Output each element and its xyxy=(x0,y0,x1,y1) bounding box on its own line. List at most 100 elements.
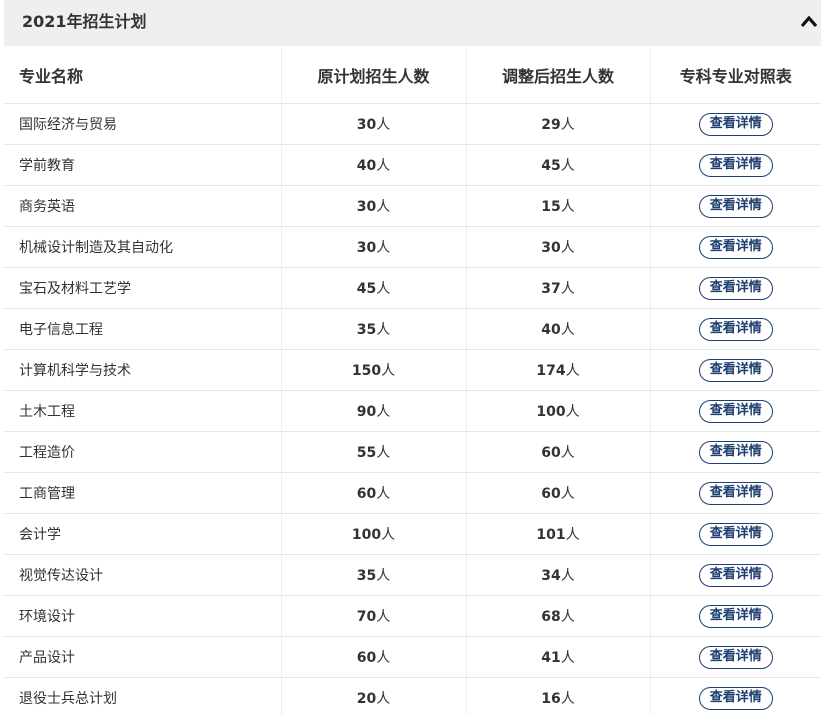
view-details-button[interactable]: 查看详情 xyxy=(698,317,773,341)
original-count-cell: 35人 xyxy=(281,308,467,350)
view-details-button[interactable]: 查看详情 xyxy=(698,481,773,505)
original-count-value: 30 xyxy=(356,199,377,215)
count-unit: 人 xyxy=(560,691,575,707)
count-unit: 人 xyxy=(376,158,391,174)
original-count-value: 90 xyxy=(356,404,377,420)
column-header-major: 专业名称 xyxy=(4,46,282,104)
original-count-cell: 100人 xyxy=(281,513,467,555)
panel-header[interactable]: 2021年招生计划 xyxy=(4,0,821,46)
adjusted-count-value: 45 xyxy=(541,158,561,174)
panel-title: 2021年招生计划 xyxy=(22,12,147,31)
original-count-cell: 70人 xyxy=(281,595,467,637)
view-details-button[interactable]: 查看详情 xyxy=(698,522,773,546)
count-unit: 人 xyxy=(560,568,575,584)
count-unit: 人 xyxy=(560,158,575,174)
table-row: 退役士兵总计划 20人 16人 查看详情 xyxy=(4,677,821,715)
adjusted-count-value: 101 xyxy=(536,527,566,543)
adjusted-count-value: 41 xyxy=(541,650,561,666)
comparison-cell: 查看详情 xyxy=(650,267,821,309)
count-unit: 人 xyxy=(560,117,575,133)
view-details-button[interactable]: 查看详情 xyxy=(698,440,773,464)
comparison-cell: 查看详情 xyxy=(650,554,821,596)
adjusted-count-cell: 16人 xyxy=(466,677,651,715)
collapse-button[interactable] xyxy=(799,12,819,32)
table-row: 商务英语 30人 15人 查看详情 xyxy=(4,185,821,227)
adjusted-count-cell: 15人 xyxy=(466,185,651,227)
major-name-cell: 国际经济与贸易 xyxy=(4,103,282,145)
table-row: 计算机科学与技术 150人 174人 查看详情 xyxy=(4,349,821,391)
adjusted-count-cell: 100人 xyxy=(466,390,651,432)
major-name-cell: 视觉传达设计 xyxy=(4,554,282,596)
count-unit: 人 xyxy=(565,527,580,543)
original-count-cell: 45人 xyxy=(281,267,467,309)
major-name-cell: 计算机科学与技术 xyxy=(4,349,282,391)
adjusted-count-cell: 60人 xyxy=(466,472,651,514)
view-details-button[interactable]: 查看详情 xyxy=(698,194,773,218)
count-unit: 人 xyxy=(381,527,396,543)
count-unit: 人 xyxy=(376,568,391,584)
adjusted-count-value: 15 xyxy=(541,199,561,215)
count-unit: 人 xyxy=(376,486,391,502)
view-details-button[interactable]: 查看详情 xyxy=(698,645,773,669)
view-details-button[interactable]: 查看详情 xyxy=(698,358,773,382)
count-unit: 人 xyxy=(560,322,575,338)
column-header-comparison: 专科专业对照表 xyxy=(650,46,821,104)
table-row: 土木工程 90人 100人 查看详情 xyxy=(4,390,821,432)
major-name-cell: 商务英语 xyxy=(4,185,282,227)
adjusted-count-cell: 29人 xyxy=(466,103,651,145)
original-count-cell: 40人 xyxy=(281,144,467,186)
comparison-cell: 查看详情 xyxy=(650,144,821,186)
table-header-row: 专业名称 原计划招生人数 调整后招生人数 专科专业对照表 xyxy=(4,46,821,104)
original-count-cell: 55人 xyxy=(281,431,467,473)
view-details-button[interactable]: 查看详情 xyxy=(698,112,773,136)
count-unit: 人 xyxy=(376,199,391,215)
count-unit: 人 xyxy=(376,117,391,133)
chevron-up-icon xyxy=(800,15,818,28)
major-name-cell: 机械设计制造及其自动化 xyxy=(4,226,282,268)
original-count-value: 20 xyxy=(356,691,377,707)
view-details-button[interactable]: 查看详情 xyxy=(698,153,773,177)
major-name-cell: 产品设计 xyxy=(4,636,282,678)
comparison-cell: 查看详情 xyxy=(650,513,821,555)
enrollment-table: 专业名称 原计划招生人数 调整后招生人数 专科专业对照表 国际经济与贸易 30人 2… xyxy=(4,46,821,715)
adjusted-count-value: 60 xyxy=(541,486,561,502)
comparison-cell: 查看详情 xyxy=(650,595,821,637)
original-count-cell: 30人 xyxy=(281,103,467,145)
view-details-button[interactable]: 查看详情 xyxy=(698,235,773,259)
count-unit: 人 xyxy=(376,650,391,666)
original-count-value: 150 xyxy=(351,363,382,379)
comparison-cell: 查看详情 xyxy=(650,103,821,145)
comparison-cell: 查看详情 xyxy=(650,431,821,473)
adjusted-count-cell: 101人 xyxy=(466,513,651,555)
original-count-cell: 30人 xyxy=(281,226,467,268)
view-details-button[interactable]: 查看详情 xyxy=(698,276,773,300)
major-name-cell: 工程造价 xyxy=(4,431,282,473)
adjusted-count-cell: 37人 xyxy=(466,267,651,309)
original-count-cell: 60人 xyxy=(281,636,467,678)
table-row: 产品设计 60人 41 人 查看详情 xyxy=(4,636,821,678)
original-count-value: 55 xyxy=(356,445,377,461)
view-details-button[interactable]: 查看详情 xyxy=(698,686,773,710)
adjusted-count-value: 16 xyxy=(541,691,561,707)
count-unit: 人 xyxy=(381,363,396,379)
count-unit: 人 xyxy=(376,691,391,707)
table-row: 视觉传达设计 35人 34人 查看详情 xyxy=(4,554,821,596)
adjusted-count-cell: 45人 xyxy=(466,144,651,186)
view-details-button[interactable]: 查看详情 xyxy=(698,399,773,423)
original-count-cell: 150人 xyxy=(281,349,467,391)
comparison-cell: 查看详情 xyxy=(650,472,821,514)
major-name-cell: 退役士兵总计划 xyxy=(4,677,282,715)
major-name-cell: 工商管理 xyxy=(4,472,282,514)
original-count-value: 60 xyxy=(356,650,377,666)
table-row: 宝石及材料工艺学 45人 37人 查看详情 xyxy=(4,267,821,309)
table-row: 机械设计制造及其自动化 30人 30人 查看详情 xyxy=(4,226,821,268)
comparison-cell: 查看详情 xyxy=(650,185,821,227)
original-count-value: 100 xyxy=(351,527,382,543)
view-details-button[interactable]: 查看详情 xyxy=(698,563,773,587)
table-row: 环境设计 70人 68人 查看详情 xyxy=(4,595,821,637)
table-row: 工程造价 55人 60人 查看详情 xyxy=(4,431,821,473)
view-details-button[interactable]: 查看详情 xyxy=(698,604,773,628)
count-unit: 人 xyxy=(560,199,575,215)
major-name-cell: 学前教育 xyxy=(4,144,282,186)
table-row: 会计学 100人 101人 查看详情 xyxy=(4,513,821,555)
